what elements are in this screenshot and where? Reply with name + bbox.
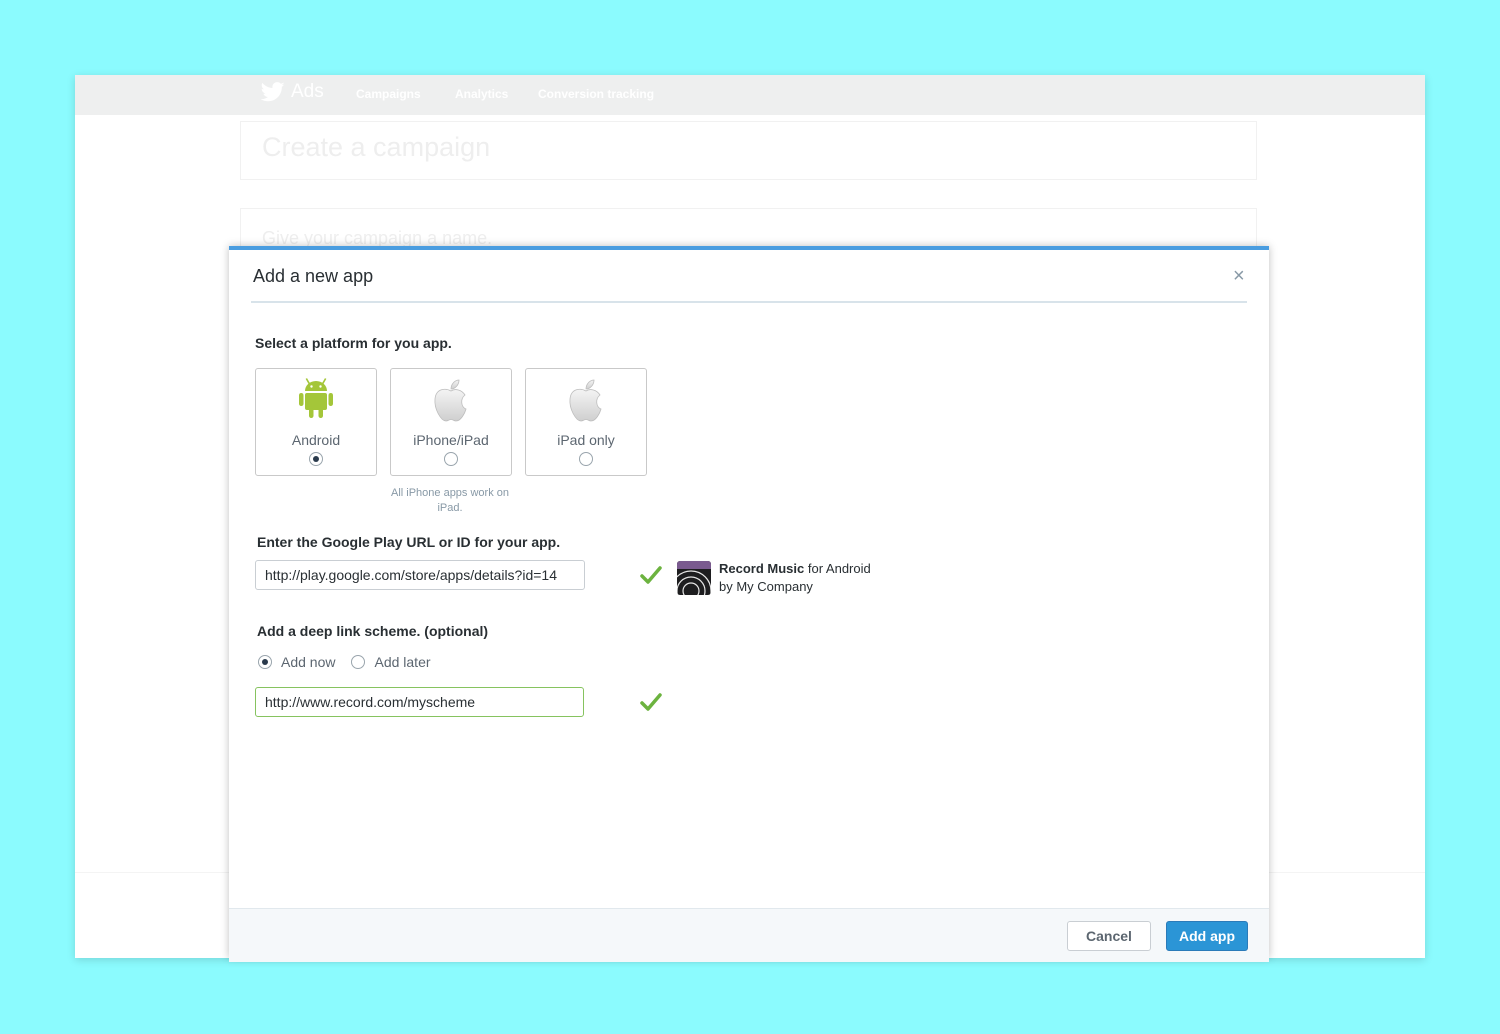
nav-campaigns[interactable]: Campaigns <box>356 87 421 101</box>
platform-option-iphone-ipad[interactable]: iPhone/iPad <box>390 368 512 476</box>
dialog-title: Add a new app <box>253 266 374 286</box>
platform-label-android: Android <box>291 432 341 448</box>
apple-icon <box>526 377 646 423</box>
dialog-footer: Cancel Add app <box>229 908 1269 962</box>
ads-logo[interactable]: Ads <box>261 81 324 103</box>
cancel-button[interactable]: Cancel <box>1067 921 1151 951</box>
radio-add-now[interactable] <box>258 655 272 669</box>
platform-label: Select a platform for you app. <box>255 335 452 351</box>
twitter-bird-icon <box>261 82 285 102</box>
top-navigation-bar: Ads Campaigns Analytics Conversion track… <box>75 75 1425 115</box>
deep-link-input[interactable] <box>255 687 584 717</box>
app-publisher: by My Company <box>719 579 813 594</box>
deep-link-add-later[interactable]: Add later <box>351 654 431 670</box>
android-icon <box>256 377 376 423</box>
dialog-divider <box>251 301 1247 303</box>
app-preview: Record Music for Android by My Company <box>677 560 871 596</box>
app-platform-suffix: for Android <box>804 561 871 576</box>
add-app-button[interactable]: Add app <box>1166 921 1248 951</box>
platform-hint: All iPhone apps work on iPad. <box>390 487 509 514</box>
app-thumbnail <box>677 561 711 595</box>
app-url-label: Enter the Google Play URL or ID for your… <box>257 534 561 550</box>
platform-label-iphone-ipad: iPhone/iPad <box>413 432 489 448</box>
platform-radio-ipad-only[interactable] <box>579 452 593 466</box>
app-name: Record Music <box>719 561 805 576</box>
apple-icon <box>391 377 511 423</box>
page-title: Create a campaign <box>262 132 491 162</box>
check-icon <box>640 566 662 584</box>
add-now-label: Add now <box>281 654 336 670</box>
deep-link-add-now[interactable]: Add now <box>258 654 335 670</box>
deep-link-label: Add a deep link scheme. (optional) <box>257 623 489 639</box>
radio-add-later[interactable] <box>351 655 366 669</box>
platform-option-android[interactable]: Android <box>255 368 377 476</box>
platform-label-ipad-only: iPad only <box>557 432 615 448</box>
add-later-label: Add later <box>374 654 431 670</box>
app-url-input[interactable] <box>255 560 585 590</box>
platform-radio-android[interactable] <box>309 452 323 466</box>
add-app-dialog: Add a new app × Select a platform for yo… <box>229 246 1269 962</box>
brand-label: Ads <box>291 81 324 102</box>
check-icon <box>640 693 662 711</box>
nav-analytics[interactable]: Analytics <box>455 87 508 101</box>
app-info: Record Music for Android by My Company <box>719 560 871 596</box>
platform-option-ipad-only[interactable]: iPad only <box>525 368 647 476</box>
deep-link-options: Add now Add later <box>258 654 447 670</box>
nav-conversion-tracking[interactable]: Conversion tracking <box>538 87 654 101</box>
close-icon[interactable]: × <box>1233 266 1245 286</box>
platform-radio-iphone-ipad[interactable] <box>444 452 458 466</box>
